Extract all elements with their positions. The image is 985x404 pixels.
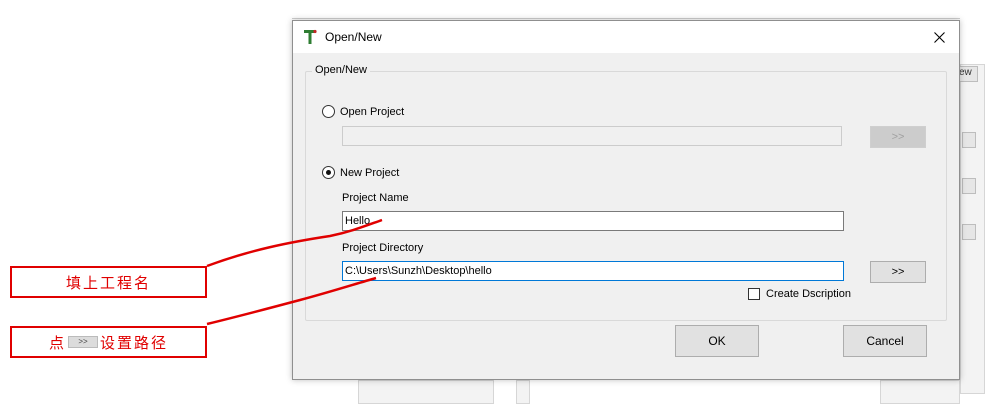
background-tab-fragment-2[interactable] xyxy=(962,132,976,148)
tree-t-icon xyxy=(303,29,317,45)
open-project-radio-circle[interactable] xyxy=(322,105,335,118)
annotation-set-path-prefix: 点 xyxy=(48,333,66,352)
new-project-label: New Project xyxy=(340,166,400,179)
background-tab-fragment-4[interactable] xyxy=(962,224,976,240)
dialog-titlebar: Open/New xyxy=(293,21,959,53)
background-tab-fragment-3[interactable] xyxy=(962,178,976,194)
open-project-label: Open Project xyxy=(340,105,405,118)
create-description-label: Create Dscription xyxy=(766,288,851,300)
background-divider xyxy=(292,18,960,19)
annotation-browse-button-image: >> xyxy=(68,336,98,348)
cancel-button[interactable]: Cancel xyxy=(843,325,927,357)
open-project-path-input[interactable] xyxy=(342,126,842,146)
background-panel-bottom-mid xyxy=(516,380,530,404)
annotation-set-path: 点 >> 设置路径 xyxy=(10,326,207,358)
open-new-dialog: Open/New Open/New Open Project >> New Pr… xyxy=(292,20,960,380)
project-directory-label: Project Directory xyxy=(342,242,424,254)
open-project-radio[interactable]: Open Project xyxy=(322,105,404,118)
dialog-title: Open/New xyxy=(325,30,382,44)
open-project-browse-button[interactable]: >> xyxy=(870,126,926,148)
ok-button[interactable]: OK xyxy=(675,325,759,357)
background-panel-bottom-right xyxy=(880,380,960,404)
close-button[interactable] xyxy=(919,21,959,53)
project-directory-browse-button[interactable]: >> xyxy=(870,261,926,283)
create-description-checkbox[interactable]: Create Dscription xyxy=(748,288,851,300)
project-directory-input[interactable]: C:\Users\Sunzh\Desktop\hello xyxy=(342,261,844,281)
new-project-radio-circle[interactable] xyxy=(322,166,335,179)
create-description-box[interactable] xyxy=(748,288,760,300)
project-name-label: Project Name xyxy=(342,192,409,204)
annotation-set-path-suffix: 设置路径 xyxy=(100,333,169,352)
new-project-radio[interactable]: New Project xyxy=(322,166,399,179)
annotation-fill-project-name: 填上工程名 xyxy=(10,266,207,298)
close-icon xyxy=(933,31,945,43)
open-new-groupbox: Open/New Open Project >> New Project Pro… xyxy=(305,64,947,321)
project-name-input[interactable]: Hello xyxy=(342,211,844,231)
groupbox-label: Open/New xyxy=(312,64,370,76)
background-panel-bottom-left xyxy=(358,380,494,404)
